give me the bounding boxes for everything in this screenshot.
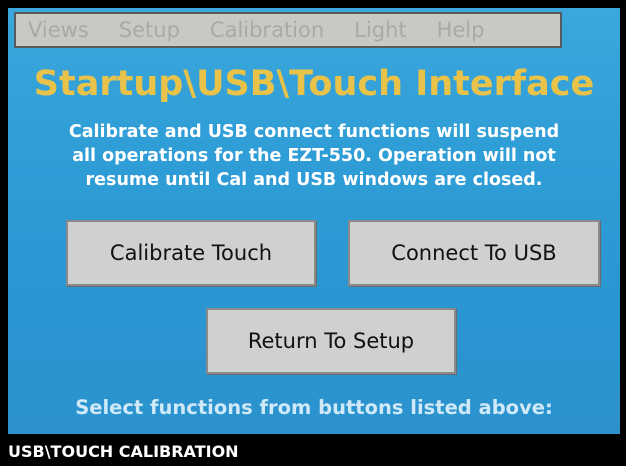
menu-item-views[interactable]: Views bbox=[28, 18, 89, 42]
menu-item-light[interactable]: Light bbox=[354, 18, 406, 42]
description-text: Calibrate and USB connect functions will… bbox=[28, 120, 600, 192]
menu-item-calibration[interactable]: Calibration bbox=[210, 18, 324, 42]
menu-item-help[interactable]: Help bbox=[437, 18, 485, 42]
page-title: Startup\USB\Touch Interface bbox=[33, 64, 595, 104]
description-line: Calibrate and USB connect functions will… bbox=[68, 122, 560, 142]
connect-usb-button[interactable]: Connect To USB bbox=[348, 220, 600, 286]
instruction-hint: Select functions from buttons listed abo… bbox=[75, 396, 553, 419]
description-line: resume until Cal and USB windows are clo… bbox=[85, 170, 543, 190]
device-screen: Views Setup Calibration Light Help Start… bbox=[0, 0, 626, 466]
main-panel: Views Setup Calibration Light Help Start… bbox=[8, 8, 620, 434]
calibrate-touch-button[interactable]: Calibrate Touch bbox=[66, 220, 316, 286]
menu-item-setup[interactable]: Setup bbox=[119, 18, 180, 42]
status-bar: USB\TOUCH CALIBRATION bbox=[8, 442, 239, 461]
menu-bar: Views Setup Calibration Light Help bbox=[14, 12, 562, 48]
description-line: all operations for the EZT-550. Operatio… bbox=[72, 146, 556, 166]
return-to-setup-button[interactable]: Return To Setup bbox=[206, 308, 456, 374]
